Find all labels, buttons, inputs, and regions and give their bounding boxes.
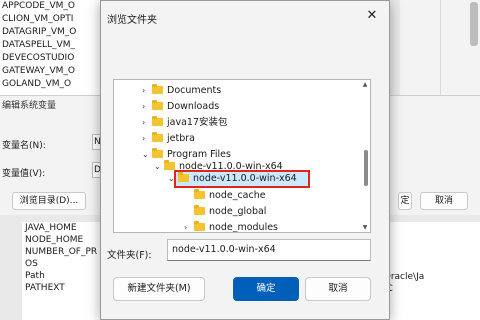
cancel-button[interactable]: 取消 (305, 277, 371, 301)
chevron-right-icon[interactable]: › (142, 115, 152, 131)
chevron-down-icon[interactable]: ⌄ (168, 171, 178, 187)
list-item[interactable]: GOLAND_VM_O (0, 78, 109, 91)
tree-item-node-modules[interactable]: › node_modules (184, 220, 279, 233)
column-divider (440, 0, 441, 96)
variable-name-label: 变量名(N): (2, 141, 46, 151)
folder-icon (152, 132, 163, 142)
close-icon[interactable]: ✕ (363, 7, 381, 25)
tree-item-documents[interactable]: › Documents (142, 83, 221, 99)
chevron-right-icon[interactable]: › (142, 83, 152, 99)
dialog-title: 浏览文件夹 (107, 15, 157, 26)
scroll-down-icon[interactable]: ▼ (361, 224, 369, 231)
tree-item-node-cache[interactable]: node_cache (194, 188, 266, 204)
folder-icon (164, 160, 175, 170)
folder-input[interactable]: node-v11.0.0-win-x64 (167, 239, 371, 261)
list-item[interactable]: DATAGRIP_VM_O (0, 26, 109, 39)
list-item[interactable]: GATEWAY_VM_O (0, 65, 109, 78)
tree-item-node-selected[interactable]: ⌄ node-v11.0.0-win-x64 (168, 171, 297, 187)
tree-item-java17[interactable]: › java17安装包 (142, 115, 228, 131)
folder-label: 文件夹(F): (107, 250, 152, 261)
list-item[interactable]: NODE_HOME (22, 234, 100, 246)
chevron-right-icon[interactable]: › (142, 131, 152, 147)
list-item[interactable]: NUMBER_OF_PR (22, 246, 100, 258)
tree-item-label: node_modules (209, 222, 279, 233)
chevron-down-icon[interactable]: ⌄ (154, 159, 164, 175)
folder-icon (178, 172, 189, 182)
tree-item-label: node_global (209, 206, 267, 217)
dialog-title: 编辑系统变量 (2, 101, 57, 111)
tree-item-label: node_cache (209, 190, 266, 201)
folder-icon (194, 189, 205, 199)
list-item[interactable]: CLION_VM_OPTI (0, 13, 109, 26)
env-var-list-right (400, 0, 480, 96)
tree-item-label: java17安装包 (167, 117, 228, 128)
folder-icon (194, 205, 205, 215)
tree-item-node-global[interactable]: node_global (194, 204, 266, 220)
ok-button[interactable]: 确定 (233, 277, 299, 301)
system-variable-list: JAVA_HOME NODE_HOME NUMBER_OF_PR OS Path… (22, 222, 100, 320)
list-item[interactable]: APPCODE_VM_O (0, 0, 109, 13)
chevron-right-icon[interactable]: › (184, 220, 194, 232)
list-item[interactable]: Path (22, 270, 100, 282)
tree-item-label: node-v11.0.0-win-x64 (193, 173, 297, 184)
folder-icon (152, 148, 163, 158)
tree-item-jetbra[interactable]: › jetbra (142, 131, 195, 147)
chevron-down-icon[interactable]: ⌄ (142, 147, 152, 163)
scroll-up-icon[interactable]: ▲ (361, 81, 369, 88)
folder-icon (152, 84, 163, 94)
scrollbar[interactable] (470, 2, 478, 46)
chevron-right-icon[interactable]: › (142, 99, 152, 115)
env-var-list: APPCODE_VM_O CLION_VM_OPTI DATAGRIP_VM_O… (0, 0, 110, 96)
cancel-button[interactable]: 取消 (420, 192, 468, 210)
folder-icon (152, 116, 163, 126)
list-item[interactable]: PATHEXT (22, 282, 100, 294)
list-item[interactable]: OS (22, 258, 100, 270)
tree-item-label: Downloads (167, 101, 220, 112)
folder-tree: › Documents › Downloads › java17安装包 › jetbra… (113, 79, 371, 233)
scrollbar-thumb[interactable] (364, 150, 368, 186)
folder-icon (152, 100, 163, 110)
new-folder-button[interactable]: 新建文件夹(M) (113, 277, 205, 301)
list-item[interactable]: DEVECOSTUDIO (0, 52, 109, 65)
list-item[interactable]: JAVA_HOME (22, 222, 100, 234)
variable-value-label: 变量值(V): (2, 169, 46, 179)
tree-item-label: jetbra (167, 133, 195, 144)
tree-item-label: Documents (167, 85, 222, 96)
list-item[interactable]: DATASPELL_VM_ (0, 39, 109, 52)
ok-button[interactable]: 定 (398, 192, 412, 210)
tree-item-downloads[interactable]: › Downloads (142, 99, 219, 115)
folder-icon (194, 221, 205, 231)
browse-directory-button[interactable]: 浏览目录(D)... (12, 192, 86, 210)
browse-folder-dialog: 浏览文件夹 ✕ › Documents › Downloads › java17安装包… (100, 0, 390, 320)
